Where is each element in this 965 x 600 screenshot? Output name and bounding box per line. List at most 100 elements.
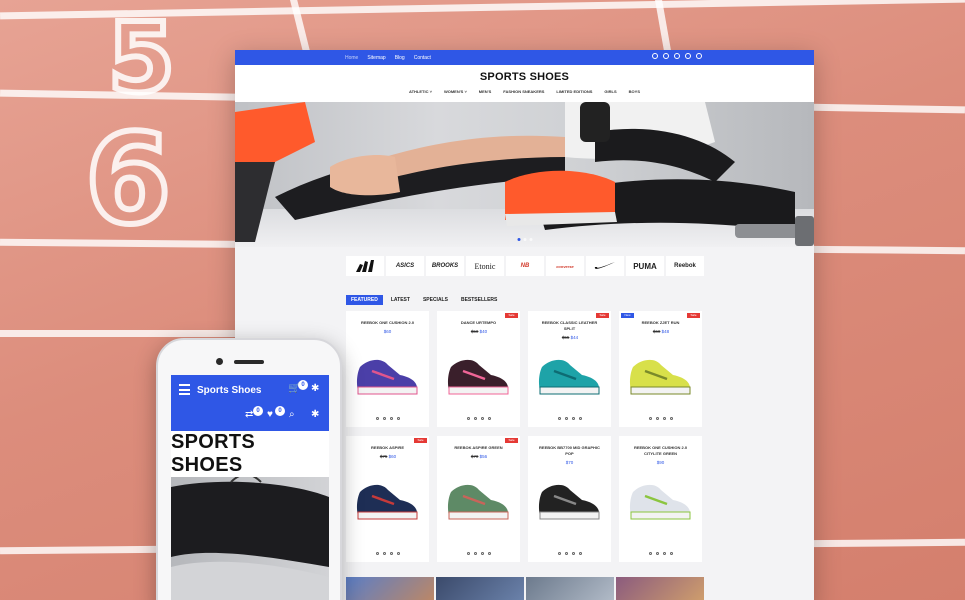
product-price: $55 $44 [528,335,611,340]
brand-new-balance[interactable]: NB [506,256,544,276]
product-card[interactable]: Sale REEBOK ASPIRE $75 $60 [346,436,429,562]
search-icon[interactable] [674,53,680,59]
product-card[interactable]: REEBOK BB7700 MID GRAPHIC POP $70 [528,436,611,562]
compare-icon[interactable] [652,53,658,59]
wishlist-icon[interactable] [571,417,575,420]
brand-brooks[interactable]: BROOKS [426,256,464,276]
product-card[interactable]: Sale DANCE URTEMPO $50 $40 [437,311,520,427]
compare-icon[interactable] [578,417,582,420]
nav-item-fashion-sneakers[interactable]: FASHION SNEAKERS [503,89,544,94]
topbar-link-sitemap[interactable]: Sitemap [367,55,385,61]
category-banner[interactable] [436,577,524,600]
nav-item-limited-editions[interactable]: LIMITED EDITIONS [556,89,592,94]
site-logo[interactable]: SPORTS SHOES [235,71,814,83]
product-name[interactable]: REEBOK BB7700 MID GRAPHIC POP [528,445,611,457]
brand-nike[interactable] [586,256,624,276]
add-to-cart-icon[interactable] [648,552,652,555]
settings-icon[interactable] [685,53,691,59]
wishlist-icon[interactable] [571,552,575,555]
quick-view-icon[interactable] [564,417,568,420]
mobile-logo[interactable]: SPORTS SHOES [171,431,329,477]
brand-asics[interactable]: ASICS [386,256,424,276]
compare-icon[interactable] [396,417,400,420]
nav-item-athletic[interactable]: ATHLETIC ˅ [409,89,432,94]
wishlist-icon[interactable] [662,417,666,420]
settings-icon[interactable]: ✱ [311,383,319,394]
compare-icon[interactable] [578,552,582,555]
tab-bestsellers[interactable]: BESTSELLERS [456,295,502,305]
product-name[interactable]: REEBOK ZJET RUN [619,320,702,326]
heart-icon[interactable]: ♥ [267,409,273,420]
product-name[interactable]: REEBOK ASPIRE GREEN [437,445,520,451]
quick-view-icon[interactable] [382,417,386,420]
wishlist-icon[interactable] [662,552,666,555]
brand-etonic[interactable]: Etonic [466,256,504,276]
compare-icon[interactable] [487,552,491,555]
athlete-image [171,477,329,600]
product-name[interactable]: REEBOK ASPIRE [346,445,429,451]
add-to-cart-icon[interactable] [466,552,470,555]
compare-icon[interactable] [669,552,673,555]
product-card[interactable]: REEBOK ONE CUSHION 2.0 CITYLITE GREEN $90 [619,436,702,562]
product-price: $50 $40 [437,329,520,334]
add-to-cart-icon[interactable] [648,417,652,420]
add-to-cart-icon[interactable] [375,552,379,555]
mobile-title[interactable]: Sports Shoes [197,385,261,396]
compare-icon[interactable] [487,417,491,420]
search-icon[interactable]: ⌕ [289,409,295,420]
product-name[interactable]: REEBOK ONE CUSHION 2.0 CITYLITE GREEN [619,445,702,457]
topbar-link-blog[interactable]: Blog [395,55,405,61]
brand-converse[interactable]: converse [546,256,584,276]
wishlist-icon[interactable] [663,53,669,59]
add-to-cart-icon[interactable] [375,417,379,420]
slider-dot[interactable] [523,238,526,241]
quick-view-icon[interactable] [655,417,659,420]
topbar-link-home[interactable]: Home [345,55,358,61]
tab-specials[interactable]: SPECIALS [418,295,453,305]
quick-view-icon[interactable] [655,552,659,555]
tab-latest[interactable]: LATEST [386,295,415,305]
category-banner[interactable] [526,577,614,600]
category-banner[interactable] [616,577,704,600]
hamburger-menu-icon[interactable] [179,384,190,398]
brand-reebok[interactable]: Reebok [666,256,704,276]
mobile-header: Sports Shoes 🛒 0 ✱ ⇄ 0 ♥ 0 ⌕ ✱ [171,375,329,431]
category-banner[interactable] [346,577,434,600]
brand-puma[interactable]: PUMA [626,256,664,276]
product-card[interactable]: REEBOK ONE CUSHION 2.0 $60 [346,311,429,427]
quick-view-icon[interactable] [382,552,386,555]
nav-item-boys[interactable]: BOYS [629,89,640,94]
product-card[interactable]: Sale New REEBOK ZJET RUN $60 $48 [619,311,702,427]
product-actions [619,552,702,555]
hero-banner[interactable] [235,102,814,247]
nav-item-girls[interactable]: GIRLS [604,89,616,94]
quick-view-icon[interactable] [473,552,477,555]
nav-item-womens[interactable]: WOMEN'S ˅ [444,89,467,94]
compare-icon[interactable] [669,417,673,420]
quick-view-icon[interactable] [564,552,568,555]
brand-adidas[interactable] [346,256,384,276]
product-card[interactable]: Sale REEBOK ASPIRE GREEN $70 $56 [437,436,520,562]
wishlist-icon[interactable] [389,552,393,555]
add-to-cart-icon[interactable] [557,552,561,555]
wishlist-icon[interactable] [480,417,484,420]
tab-featured[interactable]: FEATURED [346,295,383,305]
add-to-cart-icon[interactable] [557,417,561,420]
compare-icon[interactable] [396,552,400,555]
slider-dot[interactable] [517,238,520,241]
product-name[interactable]: REEBOK ONE CUSHION 2.0 [346,320,429,326]
add-to-cart-icon[interactable] [466,417,470,420]
wishlist-icon[interactable] [480,552,484,555]
product-name[interactable]: REEBOK CLASSIC LEATHER SPLIT [528,320,611,332]
topbar-link-contact[interactable]: Contact [414,55,431,61]
nav-item-mens[interactable]: MEN'S [479,89,492,94]
cart-icon[interactable] [696,53,702,59]
mobile-hero-banner[interactable] [171,477,329,600]
wishlist-icon[interactable] [389,417,393,420]
product-actions [528,552,611,555]
slider-dot[interactable] [529,238,532,241]
settings-icon[interactable]: ✱ [311,409,319,420]
product-name[interactable]: DANCE URTEMPO [437,320,520,326]
product-card[interactable]: Sale REEBOK CLASSIC LEATHER SPLIT $55 $44 [528,311,611,427]
quick-view-icon[interactable] [473,417,477,420]
